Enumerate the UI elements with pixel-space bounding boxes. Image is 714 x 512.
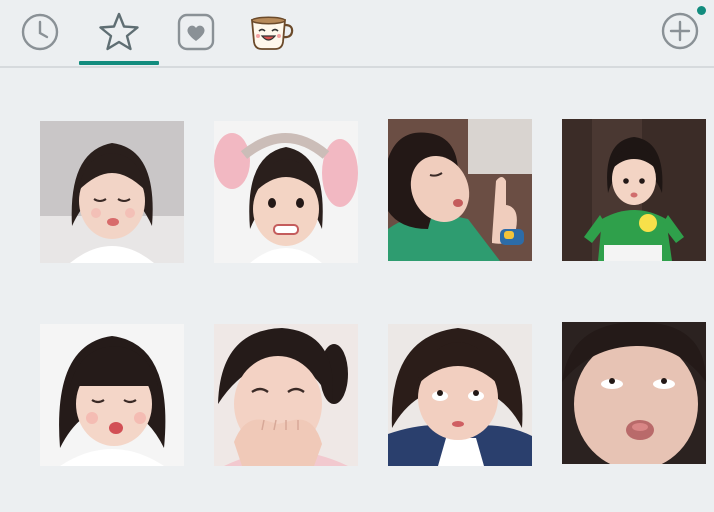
tab-favorites[interactable] — [79, 0, 159, 65]
coffee-cup-icon — [251, 16, 294, 50]
sticker-girl-green-shirt[interactable] — [562, 119, 706, 261]
sticker-girl-rolling-eyes[interactable] — [388, 324, 532, 466]
sticker-grid — [0, 68, 714, 512]
sticker-girl-thumbs-up[interactable] — [388, 119, 532, 261]
sticker-girl-laughing-hands[interactable] — [214, 324, 358, 466]
sticker-tab-bar — [0, 0, 714, 68]
plus-icon — [661, 12, 699, 50]
sticker-girl-eyes-closed-pout[interactable] — [40, 121, 184, 263]
sticker-girl-kissy-face[interactable] — [40, 324, 184, 466]
tab-liked[interactable] — [156, 0, 236, 64]
star-icon — [99, 12, 139, 51]
heart-icon — [177, 13, 215, 51]
notification-dot — [697, 6, 706, 15]
tab-recent[interactable] — [0, 0, 80, 64]
clock-icon — [21, 13, 59, 51]
tab-coffee-pack[interactable] — [232, 0, 312, 64]
sticker-girl-closeup-pout[interactable] — [562, 322, 706, 464]
sticker-girl-elephant-headband[interactable] — [214, 121, 358, 263]
